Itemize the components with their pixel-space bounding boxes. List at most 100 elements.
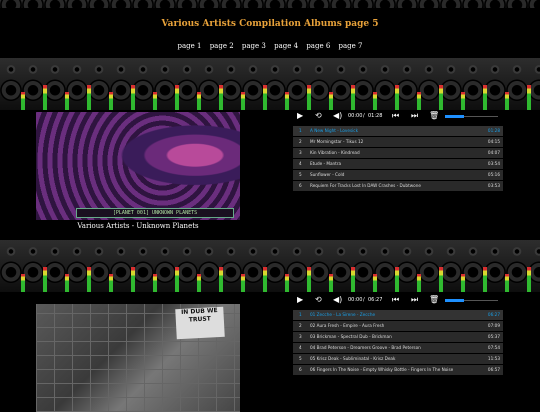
equalizer-bar: [527, 85, 531, 110]
track-title: Kin Vibration - Kindread: [310, 150, 360, 155]
track-duration: 07:09: [487, 323, 500, 328]
track-duration: 01:28: [487, 128, 500, 133]
track-row[interactable]: 4 Etude - Mantra 03:54: [293, 159, 503, 169]
audio-player-2: ▶ ⟲ ◀) 00:00 / 06:27 ⏮ ⏭ 🗑 1 01 Zecche -…: [293, 294, 503, 376]
equalizer-bar: [461, 92, 465, 110]
track-row[interactable]: 2 02 Aura Fresh - Empire - Aura Fresh 07…: [293, 321, 503, 331]
track-row[interactable]: 6 Requiem For Tracks Lost In DAW Crashes…: [293, 181, 503, 191]
equalizer-bar: [417, 274, 421, 292]
repeat-icon[interactable]: ⟲: [315, 111, 322, 121]
track-duration: 03:53: [487, 183, 500, 188]
speaker-banner: [0, 58, 540, 110]
total-time: 06:27: [368, 297, 383, 303]
equalizer-bar: [285, 274, 289, 292]
equalizer-bar: [65, 92, 69, 110]
equalizer-bar: [21, 274, 25, 292]
equalizer-bar: [307, 267, 311, 292]
page-link-2[interactable]: page 2: [210, 42, 234, 50]
next-icon[interactable]: ⏭: [411, 295, 418, 305]
track-number: 3: [299, 150, 302, 155]
album-section-1: [PLANET 001] UNKNOWN PLANETS Various Art…: [0, 110, 540, 240]
track-title: Requiem For Tracks Lost In DAW Crashes -…: [310, 183, 421, 188]
track-title: Mr Morningstar - Tikus 12: [310, 139, 364, 144]
track-duration: 07:54: [487, 345, 500, 350]
volume-icon[interactable]: ◀): [333, 111, 342, 121]
track-number: 4: [299, 161, 302, 166]
equalizer-bar: [241, 274, 245, 292]
track-number: 5: [299, 356, 302, 361]
equalizer-bar: [351, 267, 355, 292]
equalizer-bar: [417, 92, 421, 110]
equalizer-bar: [175, 267, 179, 292]
equalizer-bar: [131, 85, 135, 110]
track-title: 01 Zecche - La Sirene - Zecche: [310, 312, 376, 317]
track-number: 6: [299, 183, 302, 188]
track-title: 03 Brickman - Spectral Dub - Brickman: [310, 334, 392, 339]
time-separator: /: [363, 297, 365, 303]
trash-icon[interactable]: 🗑: [429, 111, 439, 121]
page-link-7[interactable]: page 7: [339, 42, 363, 50]
track-number: 2: [299, 323, 302, 328]
repeat-icon[interactable]: ⟲: [315, 295, 322, 305]
current-time: 00:00: [348, 297, 363, 303]
equalizer-bar: [153, 92, 157, 110]
track-number: 6: [299, 367, 302, 372]
track-row[interactable]: 5 05 Krisz Deak - Subliminatal - Krisz D…: [293, 354, 503, 364]
page-link-3[interactable]: page 3: [242, 42, 266, 50]
track-row[interactable]: 5 Sunflower - Cold 05:16: [293, 170, 503, 180]
total-time: 01:28: [368, 113, 383, 119]
track-title: 04 Brad Peterson - Dreamers Groove - Bra…: [310, 345, 421, 350]
equalizer-bar: [219, 267, 223, 292]
track-duration: 05:16: [487, 172, 500, 177]
page-link-6[interactable]: page 6: [306, 42, 330, 50]
equalizer-bar: [197, 92, 201, 110]
previous-icon[interactable]: ⏮: [392, 111, 399, 121]
track-title: Etude - Mantra: [310, 161, 342, 166]
equalizer-bar: [329, 274, 333, 292]
equalizer-bar: [153, 274, 157, 292]
track-row[interactable]: 1 A New Night - Lovesick 01:28: [293, 126, 503, 136]
track-duration: 03:54: [487, 161, 500, 166]
play-icon[interactable]: ▶: [297, 295, 303, 305]
equalizer-bar: [505, 92, 509, 110]
equalizer-bar: [21, 92, 25, 110]
track-title: Sunflower - Cold: [310, 172, 345, 177]
equalizer-bar: [241, 92, 245, 110]
equalizer-bar: [263, 267, 267, 292]
track-row[interactable]: 1 01 Zecche - La Sirene - Zecche 06:27: [293, 310, 503, 320]
speaker-banner: [0, 240, 540, 292]
page-link-1[interactable]: page 1: [178, 42, 202, 50]
track-row[interactable]: 4 04 Brad Peterson - Dreamers Groove - B…: [293, 343, 503, 353]
play-icon[interactable]: ▶: [297, 111, 303, 121]
equalizer-bar: [351, 85, 355, 110]
volume-icon[interactable]: ◀): [333, 295, 342, 305]
equalizer-bar: [285, 92, 289, 110]
equalizer-bar: [483, 267, 487, 292]
track-row[interactable]: 3 Kin Vibration - Kindread 04:07: [293, 148, 503, 158]
equalizer-bar: [109, 92, 113, 110]
track-title: 05 Krisz Deak - Subliminatal - Krisz Dea…: [310, 356, 396, 361]
previous-icon[interactable]: ⏮: [392, 295, 399, 305]
equalizer-bar: [483, 85, 487, 110]
tracklist: 1 A New Night - Lovesick 01:28 2 Mr Morn…: [293, 126, 503, 191]
equalizer-bar: [505, 274, 509, 292]
track-number: 1: [299, 128, 302, 133]
equalizer-bar: [461, 274, 465, 292]
album-cover-in-dub-we-trust[interactable]: IN DUB WE TRUST: [36, 304, 240, 412]
trash-icon[interactable]: 🗑: [429, 295, 439, 305]
next-icon[interactable]: ⏭: [411, 111, 418, 121]
track-row[interactable]: 2 Mr Morningstar - Tikus 12 04:15: [293, 137, 503, 147]
volume-level: [445, 115, 464, 118]
album-cover-text: [PLANET 001] UNKNOWN PLANETS: [76, 208, 234, 218]
album-cover-unknown-planets[interactable]: [PLANET 001] UNKNOWN PLANETS: [36, 112, 240, 220]
equalizer-bar: [87, 85, 91, 110]
equalizer-bar: [43, 267, 47, 292]
track-row[interactable]: 3 03 Brickman - Spectral Dub - Brickman …: [293, 332, 503, 342]
track-duration: 04:15: [487, 139, 500, 144]
track-title: 02 Aura Fresh - Empire - Aura Fresh: [310, 323, 385, 328]
page-link-4[interactable]: page 4: [274, 42, 298, 50]
time-separator: /: [363, 113, 365, 119]
track-row[interactable]: 6 06 Fingers In The Noise - Empty Whisky…: [293, 365, 503, 375]
page-title: Various Artists Compilation Albums page …: [161, 19, 379, 29]
track-duration: 04:07: [487, 150, 500, 155]
